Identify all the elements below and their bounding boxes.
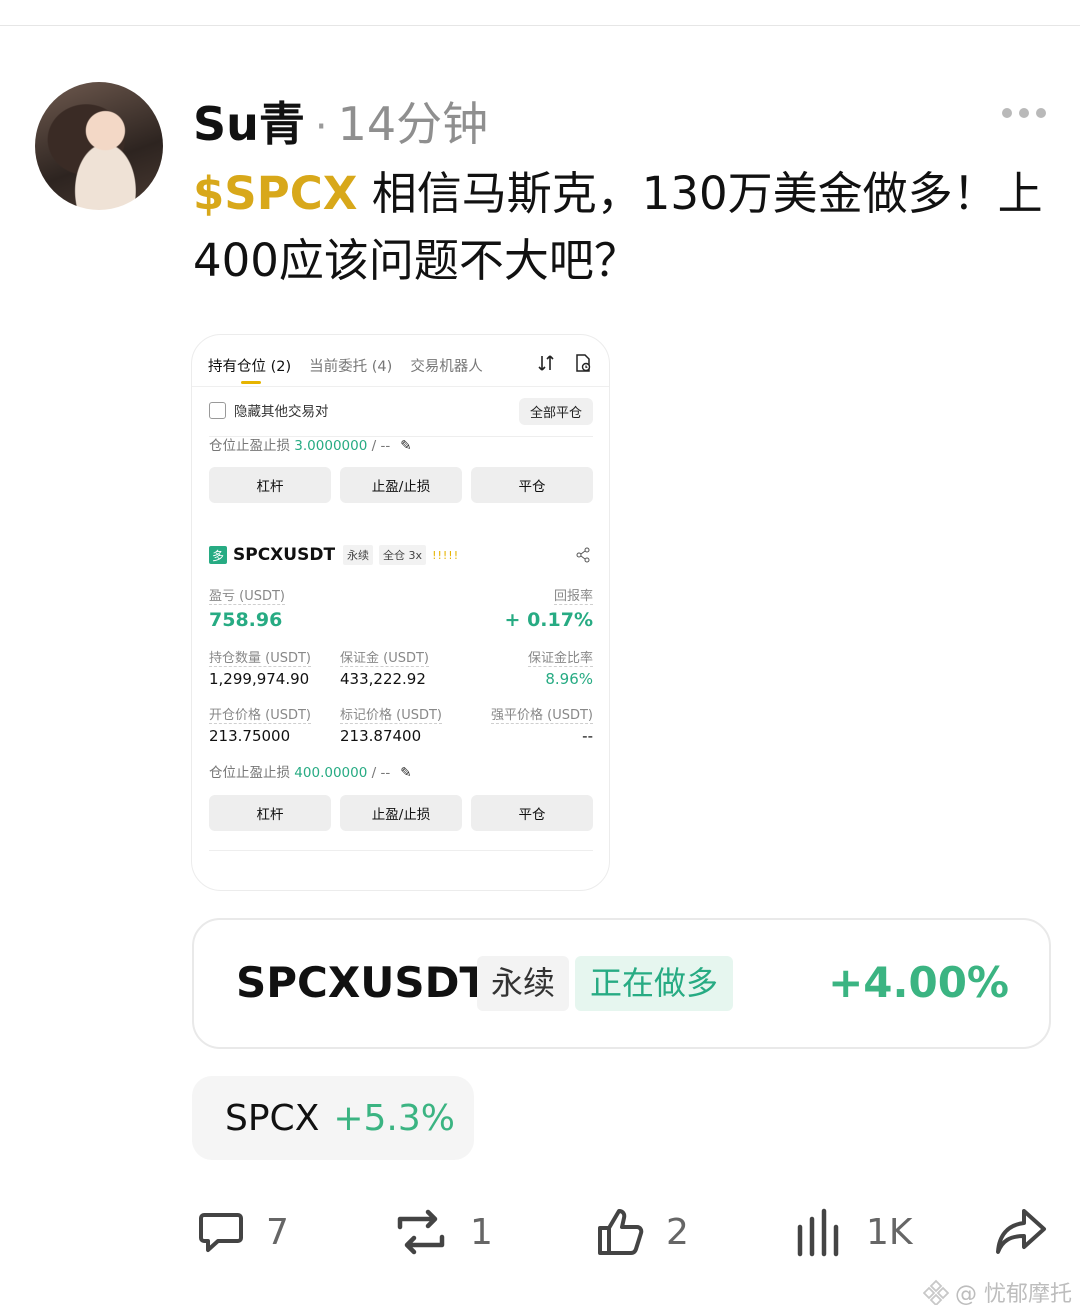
like-button[interactable]: 2 xyxy=(594,1200,689,1264)
repost-count: 1 xyxy=(470,1211,493,1253)
comment-button[interactable]: 7 xyxy=(196,1200,289,1264)
roe-label: 回报率 xyxy=(553,585,593,605)
position-card[interactable]: SPCXUSDT 永续 正在做多 +4.00% xyxy=(192,918,1051,1049)
mark-price-label: 标记价格 (USDT) xyxy=(340,704,442,724)
like-count: 2 xyxy=(666,1211,689,1253)
tabs-divider xyxy=(192,386,609,387)
share-icon[interactable] xyxy=(575,547,591,567)
pnl-value: 758.96 xyxy=(209,609,283,631)
long-badge: 多 xyxy=(209,546,227,564)
close-position-button[interactable]: 平仓 xyxy=(471,795,593,831)
post-header: Su青 · 14分钟 xyxy=(193,88,488,151)
liq-price-label: 强平价格 (USDT) xyxy=(491,704,593,724)
entry-price-label: 开仓价格 (USDT) xyxy=(209,704,311,724)
hide-pairs-checkbox[interactable] xyxy=(209,401,226,419)
divider xyxy=(209,850,593,851)
stock-chip-change: +5.3% xyxy=(333,1097,455,1139)
share-button[interactable] xyxy=(994,1200,1048,1264)
top-divider xyxy=(0,25,1080,26)
margin-value: 433,222.92 xyxy=(340,670,426,688)
close-all-button[interactable]: 全部平仓 xyxy=(519,398,593,425)
share-arrow-icon xyxy=(996,1209,1046,1254)
tpsl-suffix: / -- xyxy=(367,438,391,454)
close-position-button[interactable]: 平仓 xyxy=(471,467,593,503)
tpsl-suffix: / -- xyxy=(367,765,391,781)
views-button[interactable]: 1K xyxy=(796,1200,913,1264)
tpsl-row: 仓位止盈止损 400.00000 / -- ✎ xyxy=(209,761,412,781)
avatar[interactable] xyxy=(35,82,163,210)
comment-count: 7 xyxy=(266,1211,289,1253)
tab-trading-bots[interactable]: 交易机器人 xyxy=(410,355,483,376)
watermark-text: @ 忧郁摩托 xyxy=(955,1282,1072,1307)
stock-chip[interactable]: SPCX +5.3% xyxy=(192,1076,474,1160)
watermark: @ 忧郁摩托 xyxy=(923,1276,1072,1308)
size-label: 持仓数量 (USDT) xyxy=(209,647,311,667)
position-header: 多 SPCXUSDT 永续 全仓 3x !!!!! xyxy=(209,545,459,565)
repost-icon xyxy=(397,1209,445,1255)
history-file-icon[interactable] xyxy=(573,353,593,373)
repost-button[interactable]: 1 xyxy=(392,1200,493,1264)
active-tab-indicator xyxy=(241,381,261,384)
liq-price-value: -- xyxy=(582,727,593,745)
tab-positions[interactable]: 持有仓位 (2) xyxy=(208,355,291,376)
margin-ratio-label: 保证金比率 xyxy=(527,647,593,667)
view-count: 1K xyxy=(866,1211,913,1253)
views-icon xyxy=(797,1208,839,1257)
tpsl-label: 仓位止盈止损 xyxy=(209,765,295,781)
button-row-1: 杠杆 止盈/止损 平仓 xyxy=(209,467,593,503)
margin-mode-tag: 全仓 3x xyxy=(379,545,427,565)
leverage-button[interactable]: 杠杆 xyxy=(209,467,331,503)
action-bar: 7 1 2 1K xyxy=(0,1200,1080,1270)
mark-price-value: 213.87400 xyxy=(340,727,422,745)
perpetual-tag: 永续 xyxy=(343,545,374,565)
leverage-button[interactable]: 杠杆 xyxy=(209,795,331,831)
embedded-screenshot[interactable]: 持有仓位 (2) 当前委托 (4) 交易机器人 隐藏其他交易对 全部平仓 仓位止… xyxy=(191,334,610,891)
post-time: 14分钟 xyxy=(337,97,489,151)
roe-value: + 0.17% xyxy=(504,609,593,631)
thumbs-up-icon xyxy=(598,1209,644,1255)
margin-ratio-value: 8.96% xyxy=(545,670,593,688)
username[interactable]: Su青 xyxy=(193,88,305,154)
perpetual-tag: 永续 xyxy=(477,956,570,1011)
hide-other-pairs[interactable]: 隐藏其他交易对 xyxy=(209,400,329,420)
comment-icon xyxy=(199,1213,243,1252)
ticker-link[interactable]: $SPCX xyxy=(193,167,357,220)
tpsl-button[interactable]: 止盈/止损 xyxy=(340,795,462,831)
more-options-icon[interactable] xyxy=(1002,108,1046,118)
size-value: 1,299,974.90 xyxy=(209,670,310,688)
post-text: $SPCX 相信马斯克，130万美金做多！上400应该问题不大吧？ xyxy=(193,160,1043,294)
strength-indicator: !!!!! xyxy=(432,548,460,562)
tpsl-value: 400.00000 xyxy=(294,765,368,781)
tpsl-button[interactable]: 止盈/止损 xyxy=(340,467,462,503)
tpsl-label: 仓位止盈止损 xyxy=(209,438,295,454)
entry-price-value: 213.75000 xyxy=(209,727,291,745)
pnl-label: 盈亏 (USDT) xyxy=(209,585,285,605)
tab-icons xyxy=(537,353,593,373)
going-long-badge: 正在做多 xyxy=(575,956,734,1011)
tab-open-orders[interactable]: 当前委托 (4) xyxy=(309,355,392,376)
position-card-symbol: SPCXUSDT xyxy=(236,958,489,1007)
position-card-change: +4.00% xyxy=(828,958,1009,1007)
margin-label: 保证金 (USDT) xyxy=(340,647,429,667)
screenshot-tabs: 持有仓位 (2) 当前委托 (4) 交易机器人 xyxy=(208,353,593,377)
hide-pairs-label: 隐藏其他交易对 xyxy=(234,404,329,420)
sort-icon[interactable] xyxy=(537,354,555,372)
edit-icon[interactable]: ✎ xyxy=(400,438,411,454)
button-row-2: 杠杆 止盈/止损 平仓 xyxy=(209,795,593,831)
watermark-logo-icon xyxy=(923,1279,949,1305)
edit-icon[interactable]: ✎ xyxy=(400,765,411,781)
tpsl-value: 3.0000000 xyxy=(294,438,368,454)
tpsl-row-partial: 仓位止盈止损 3.0000000 / -- ✎ xyxy=(209,434,412,454)
separator: · xyxy=(314,104,328,150)
stock-chip-symbol: SPCX xyxy=(225,1097,320,1139)
position-symbol: SPCXUSDT xyxy=(233,545,336,565)
